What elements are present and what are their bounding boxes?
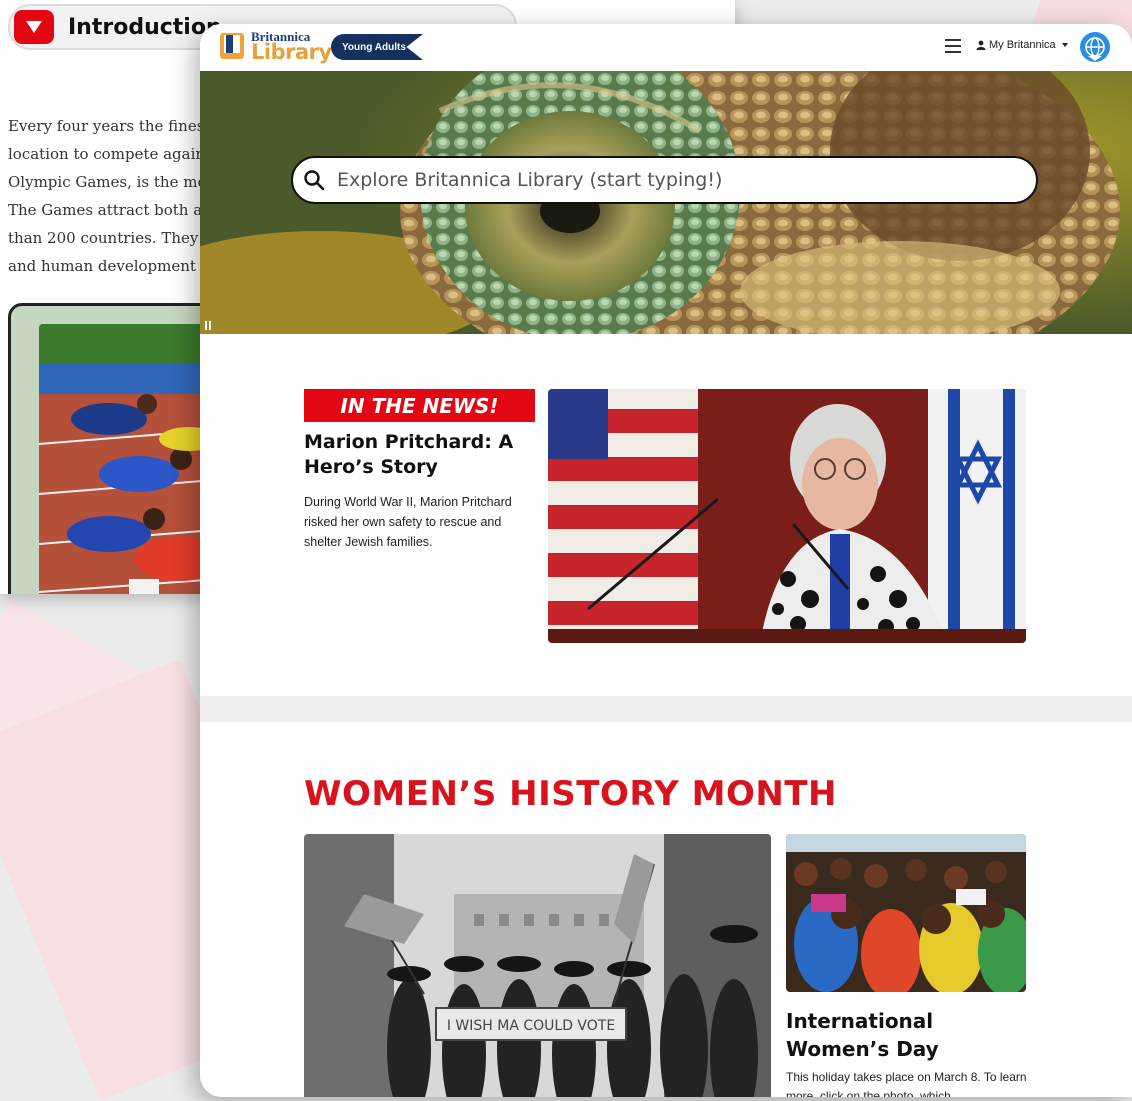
protest-sign-text: I WISH MA COULD VOTE <box>447 1018 615 1034</box>
womens-day-photo[interactable] <box>786 834 1026 992</box>
book-logo-icon[interactable] <box>219 32 245 60</box>
audience-badge[interactable]: Young Adults <box>331 34 423 60</box>
news-banner: IN THE NEWS! <box>304 389 535 422</box>
caret-down-icon <box>1061 43 1068 47</box>
hero-banner <box>200 71 1132 334</box>
section-title: Introduction <box>68 14 222 40</box>
britannica-library-window: Britannica Library Young Adults My Brita… <box>200 24 1132 1097</box>
search-icon <box>304 170 325 191</box>
pause-icon[interactable] <box>205 317 213 330</box>
top-navigation: Britannica Library Young Adults My Brita… <box>200 24 1132 72</box>
hamburger-menu-icon[interactable] <box>945 39 961 53</box>
section-divider <box>200 696 1132 722</box>
news-photo[interactable] <box>548 389 1026 643</box>
triangle-down-icon <box>26 21 42 33</box>
my-britannica-label: My Britannica <box>989 39 1056 51</box>
news-description: During World War II, Marion Pritchard ri… <box>304 495 512 549</box>
logo-wordmark-bottom[interactable]: Library <box>251 40 332 64</box>
my-britannica-menu[interactable]: My Britannica <box>976 39 1069 51</box>
feature-title[interactable]: International Women’s Day <box>786 1007 1026 1063</box>
globe-icon[interactable] <box>1080 32 1110 62</box>
womens-history-section: WOMEN’S HISTORY MONTH I WISH MA COULD VO… <box>200 722 1132 1097</box>
search-input[interactable] <box>335 168 1036 192</box>
news-title[interactable]: Marion Pritchard: A Hero’s Story <box>304 430 534 480</box>
collapse-toggle[interactable] <box>14 10 54 44</box>
user-icon <box>976 40 986 50</box>
suffrage-photo[interactable]: I WISH MA COULD VOTE <box>304 834 771 1097</box>
section-heading: WOMEN’S HISTORY MONTH <box>304 774 837 814</box>
search-bar[interactable] <box>291 156 1038 204</box>
feature-description: This holiday takes place on March 8. To … <box>786 1070 1027 1097</box>
in-the-news-section: IN THE NEWS! Marion Pritchard: A Hero’s … <box>200 334 1132 696</box>
